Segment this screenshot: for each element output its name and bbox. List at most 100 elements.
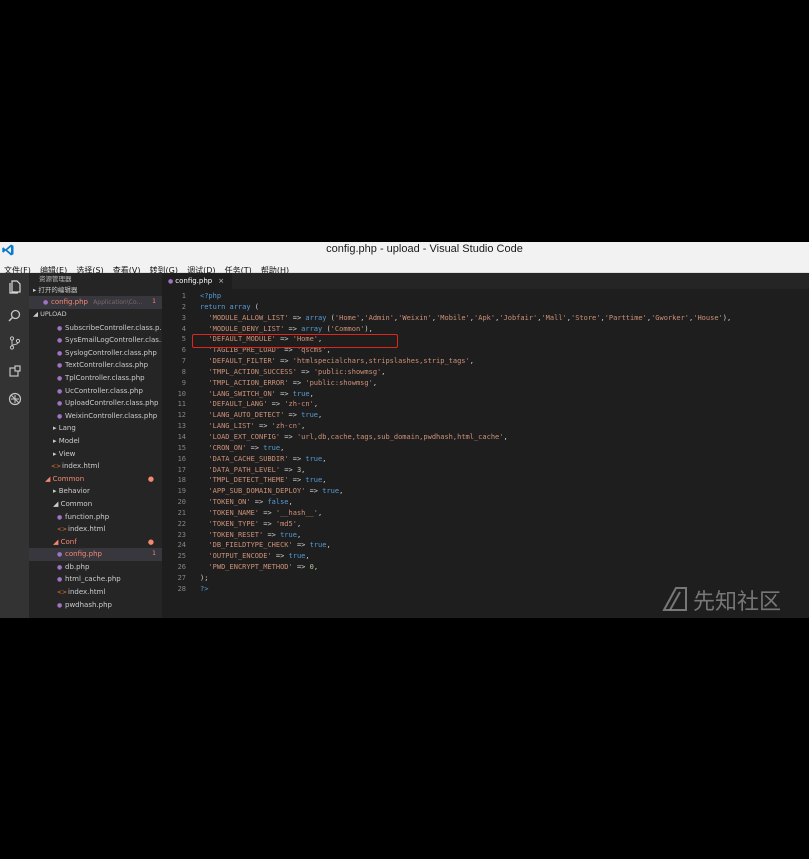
code-line[interactable]: 27); bbox=[162, 573, 809, 584]
tree-item[interactable]: ▸ View bbox=[29, 448, 162, 461]
tree-item-label: index.html bbox=[62, 462, 100, 471]
vscode-window: config.php - upload - Visual Studio Code… bbox=[0, 242, 809, 618]
source-control-icon[interactable] bbox=[0, 329, 29, 357]
tree-item[interactable]: ◢ Conf ● bbox=[29, 536, 162, 549]
line-content: 'DEFAULT_FILTER' => 'htmlspecialchars,st… bbox=[208, 357, 474, 366]
tree-item[interactable]: ● config.php 1 bbox=[29, 548, 162, 561]
code-line[interactable]: 20 'TOKEN_ON' => false, bbox=[162, 497, 809, 508]
code-line[interactable]: 11 'DEFAULT_LANG' => 'zh-cn', bbox=[162, 399, 809, 410]
tree-item[interactable]: ▸ Lang bbox=[29, 422, 162, 435]
line-number: 21 bbox=[177, 508, 186, 517]
code-line[interactable]: 18 'TMPL_DETECT_THEME' => true, bbox=[162, 475, 809, 486]
code-line[interactable]: 6 'TAGLIB_PRE_LOAD' => 'qscms', bbox=[162, 345, 809, 356]
code-line[interactable]: 23 'TOKEN_RESET' => true, bbox=[162, 530, 809, 541]
code-line[interactable]: 4 'MODULE_DENY_LIST' => array ('Common')… bbox=[162, 324, 809, 335]
tree-item-label: db.php bbox=[65, 562, 90, 571]
html-file-icon: <> bbox=[57, 589, 68, 597]
line-number: 24 bbox=[177, 541, 186, 550]
tree-item[interactable]: ● html_cache.php bbox=[29, 573, 162, 586]
modified-dot-icon: ● bbox=[147, 474, 154, 483]
tree-item[interactable]: ● pwdhash.php bbox=[29, 599, 162, 612]
close-icon[interactable]: × bbox=[218, 277, 224, 285]
tree-item[interactable]: ● TextController.class.php bbox=[29, 359, 162, 372]
code-line[interactable]: 24 'DB_FIELDTYPE_CHECK' => true, bbox=[162, 540, 809, 551]
line-content: 'MODULE_ALLOW_LIST' => array ('Home','Ad… bbox=[208, 313, 732, 322]
tree-item[interactable]: ● SyslogController.class.php bbox=[29, 347, 162, 360]
line-content: 'LANG_LIST' => 'zh-cn', bbox=[208, 422, 306, 431]
tree-item[interactable]: ▸ Behavior bbox=[29, 485, 162, 498]
line-content: 'LOAD_EXT_CONFIG' => 'url,db,cache,tags,… bbox=[208, 432, 508, 441]
code-line[interactable]: 15 'CRON_ON' => true, bbox=[162, 443, 809, 454]
tree-item-label: ◢ Common bbox=[53, 499, 93, 508]
line-content: 'TAGLIB_PRE_LOAD' => 'qscms', bbox=[208, 346, 331, 355]
tree-item[interactable]: <>index.html bbox=[29, 586, 162, 599]
tree-item-label: function.php bbox=[65, 512, 110, 521]
line-number: 16 bbox=[177, 454, 186, 463]
open-editors-section[interactable]: ▸ 打开的编辑器 bbox=[29, 285, 162, 296]
code-line[interactable]: 13 'LANG_LIST' => 'zh-cn', bbox=[162, 421, 809, 432]
code-line[interactable]: 3 'MODULE_ALLOW_LIST' => array ('Home','… bbox=[162, 313, 809, 324]
code-view[interactable]: 1 <?php 2 return array (3 'MODULE_ALLOW_LIS… bbox=[162, 291, 809, 595]
tree-item[interactable]: ● SysEmailLogController.clas... bbox=[29, 334, 162, 347]
code-line[interactable]: 19 'APP_SUB_DOMAIN_DEPLOY' => true, bbox=[162, 486, 809, 497]
tree-item[interactable]: ● TplController.class.php bbox=[29, 372, 162, 385]
tree-item[interactable]: ● function.php bbox=[29, 511, 162, 524]
tree-item[interactable]: ● UcController.class.php bbox=[29, 385, 162, 398]
tree-item[interactable]: ▸ Model bbox=[29, 435, 162, 448]
line-number: 26 bbox=[177, 563, 186, 572]
line-number: 9 bbox=[181, 378, 186, 387]
tree-item[interactable]: ● WeixinController.class.php bbox=[29, 410, 162, 423]
php-file-icon: ● bbox=[57, 374, 63, 382]
code-line[interactable]: 7 'DEFAULT_FILTER' => 'htmlspecialchars,… bbox=[162, 356, 809, 367]
line-number: 22 bbox=[177, 519, 186, 528]
search-icon[interactable] bbox=[0, 301, 29, 329]
code-line[interactable]: 2 return array ( bbox=[162, 302, 809, 313]
tree-item[interactable]: ◢ Common ● bbox=[29, 473, 162, 486]
line-content: 'TOKEN_ON' => false, bbox=[208, 498, 293, 507]
line-content: 'LANG_AUTO_DETECT' => true, bbox=[208, 411, 323, 420]
line-content: 'LANG_SWITCH_ON' => true, bbox=[208, 389, 314, 398]
tree-item-label: UploadController.class.php bbox=[65, 399, 159, 408]
files-icon[interactable] bbox=[0, 273, 29, 301]
code-line[interactable]: 10 'LANG_SWITCH_ON' => true, bbox=[162, 389, 809, 400]
tree-item[interactable]: <>index.html bbox=[29, 523, 162, 536]
code-line[interactable]: 26 'PWD_ENCRYPT_METHOD' => 0, bbox=[162, 562, 809, 573]
debug-icon[interactable] bbox=[0, 385, 29, 413]
tree-item[interactable]: ● db.php bbox=[29, 561, 162, 574]
line-number: 23 bbox=[177, 530, 186, 539]
line-content: 'DATA_PATH_LEVEL' => 3, bbox=[208, 465, 306, 474]
code-line[interactable]: 1 <?php bbox=[162, 291, 809, 302]
tree-item[interactable]: ● SubscribeController.class.p... bbox=[29, 322, 162, 335]
code-line[interactable]: 14 'LOAD_EXT_CONFIG' => 'url,db,cache,ta… bbox=[162, 432, 809, 443]
line-number: 10 bbox=[177, 389, 186, 398]
code-line[interactable]: 5 'DEFAULT_MODULE' => 'Home', bbox=[162, 334, 809, 345]
tab-config-php[interactable]: ● config.php × bbox=[162, 273, 232, 289]
tree-item-label: ▸ Lang bbox=[53, 424, 76, 433]
tree-item-label: ◢ Common bbox=[45, 474, 85, 483]
open-editor-config[interactable]: ● config.php Application\Co... 1 bbox=[29, 296, 162, 309]
code-line[interactable]: 16 'DATA_CACHE_SUBDIR' => true, bbox=[162, 454, 809, 465]
code-line[interactable]: 22 'TOKEN_TYPE' => 'md5', bbox=[162, 519, 809, 530]
explorer-sidebar: 资源管理器 ▸ 打开的编辑器 ● config.php Application\C… bbox=[29, 273, 162, 618]
editor-area: ● config.php × 1 <?php 2 return array (3 'MOD… bbox=[162, 273, 809, 618]
line-number: 3 bbox=[181, 313, 186, 322]
code-line[interactable]: 21 'TOKEN_NAME' => '__hash__', bbox=[162, 508, 809, 519]
line-number: 7 bbox=[181, 357, 186, 366]
tree-item[interactable]: ● UploadController.class.php bbox=[29, 397, 162, 410]
code-line[interactable]: 12 'LANG_AUTO_DETECT' => true, bbox=[162, 410, 809, 421]
tree-item[interactable]: <>index.html bbox=[29, 460, 162, 473]
tree-item[interactable]: ◢ Common bbox=[29, 498, 162, 511]
code-line[interactable]: 17 'DATA_PATH_LEVEL' => 3, bbox=[162, 465, 809, 476]
modified-dot-icon: ● bbox=[147, 537, 154, 546]
line-number: 17 bbox=[177, 465, 186, 474]
extensions-icon[interactable] bbox=[0, 357, 29, 385]
line-number: 18 bbox=[177, 476, 186, 485]
upload-root-folder[interactable]: ◢ UPLOAD bbox=[29, 309, 162, 320]
line-content: 'CRON_ON' => true, bbox=[208, 443, 285, 452]
tree-item-label: UcController.class.php bbox=[65, 386, 143, 395]
line-number: 1 bbox=[181, 292, 186, 300]
tree-item-label: html_cache.php bbox=[65, 575, 121, 584]
code-line[interactable]: 8 'TMPL_ACTION_SUCCESS' => 'public:showm… bbox=[162, 367, 809, 378]
code-line[interactable]: 25 'OUTPUT_ENCODE' => true, bbox=[162, 551, 809, 562]
code-line[interactable]: 9 'TMPL_ACTION_ERROR' => 'public:showmsg… bbox=[162, 378, 809, 389]
